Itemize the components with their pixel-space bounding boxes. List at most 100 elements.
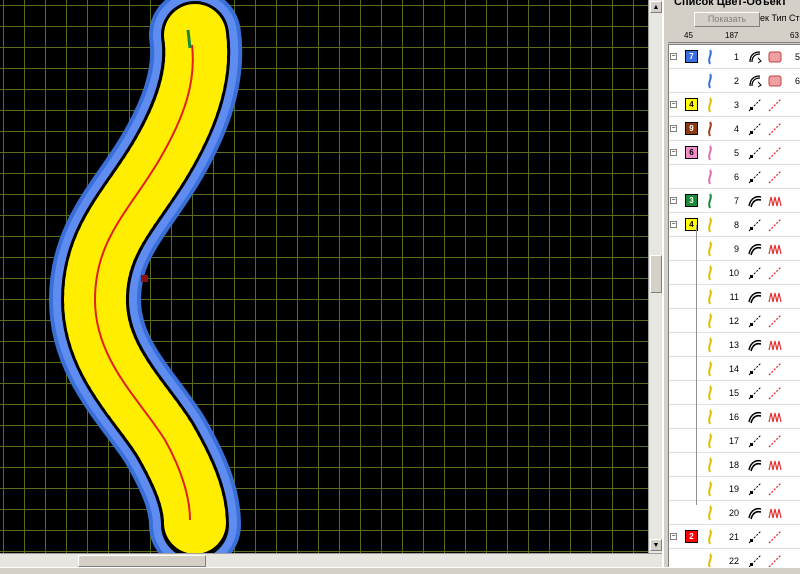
color-object-panel: Список Цвет-Объект Показать ек Тип Сте 4… (662, 0, 800, 567)
list-item[interactable]: 15 (669, 381, 800, 405)
list-item[interactable]: 19 (669, 477, 800, 501)
running-stitch-icon (747, 361, 763, 377)
satin-icon (747, 289, 763, 305)
color-swatch[interactable]: 6 (685, 146, 698, 159)
zigzag-stitch-icon (767, 289, 783, 305)
zigzag-stitch-icon (767, 337, 783, 353)
design-canvas[interactable] (0, 0, 648, 553)
object-number: 15 (728, 388, 739, 398)
object-number: 10 (728, 268, 739, 278)
horizontal-scrollbar[interactable] (0, 553, 662, 567)
fill-stitch-icon (767, 73, 783, 89)
list-item[interactable]: − 7 1 5 (669, 45, 800, 69)
column-headers: ек Тип Сте (760, 13, 800, 23)
object-number: 18 (728, 460, 739, 470)
color-swatch[interactable]: 4 (685, 98, 698, 111)
running-stitch-icon (747, 553, 763, 567)
list-item[interactable]: 11 (669, 285, 800, 309)
object-thumbnail-icon (701, 48, 719, 66)
satin-icon (747, 457, 763, 473)
list-item[interactable]: 9 (669, 237, 800, 261)
running-stitch-icon (747, 145, 763, 161)
running-stitch-icon (747, 265, 763, 281)
object-thumbnail-icon (701, 432, 719, 450)
scroll-down-icon[interactable]: ▼ (650, 539, 662, 551)
object-thumbnail-icon (701, 144, 719, 162)
list-item[interactable]: 20 (669, 501, 800, 525)
line-stitch-icon (767, 529, 783, 545)
object-number: 17 (728, 436, 739, 446)
list-item[interactable]: 16 (669, 405, 800, 429)
running-stitch-icon (747, 217, 763, 233)
object-number: 4 (733, 124, 739, 134)
list-item[interactable]: 22 (669, 549, 800, 567)
collapse-icon[interactable]: − (670, 533, 677, 540)
list-item[interactable]: 26 (669, 69, 800, 93)
line-stitch-icon (767, 145, 783, 161)
object-thumbnail-icon (701, 168, 719, 186)
list-item[interactable]: 12 (669, 309, 800, 333)
line-stitch-icon (767, 481, 783, 497)
list-item[interactable]: − 4 3 (669, 93, 800, 117)
collapse-icon[interactable]: − (670, 53, 677, 60)
running-stitch-icon (747, 529, 763, 545)
object-number: 3 (733, 100, 739, 110)
zigzag-stitch-icon (767, 505, 783, 521)
line-stitch-icon (767, 553, 783, 567)
color-swatch[interactable]: 2 (685, 530, 698, 543)
color-swatch[interactable]: 3 (685, 194, 698, 207)
object-thumbnail-icon (701, 456, 719, 474)
ruler-mark: 187 (725, 31, 739, 40)
object-thumbnail-icon (701, 384, 719, 402)
show-button[interactable]: Показать (694, 12, 760, 27)
object-number: 1 (733, 52, 739, 62)
list-item[interactable]: 14 (669, 357, 800, 381)
collapse-icon[interactable]: − (670, 101, 677, 108)
horizontal-scroll-thumb[interactable] (78, 555, 206, 567)
line-stitch-icon (767, 121, 783, 137)
vertical-scrollbar[interactable]: ▲ ▼ (648, 0, 662, 553)
object-number: 21 (728, 532, 739, 542)
needle-marker (141, 275, 148, 282)
collapse-icon[interactable]: − (670, 197, 677, 204)
collapse-icon[interactable]: − (670, 125, 677, 132)
running-stitch-icon (747, 481, 763, 497)
list-item[interactable]: − 2 21 (669, 525, 800, 549)
object-thumbnail-icon (701, 480, 719, 498)
zigzag-stitch-icon (767, 193, 783, 209)
object-number: 11 (729, 292, 739, 302)
scroll-up-icon[interactable]: ▲ (650, 1, 662, 13)
list-item[interactable]: 10 (669, 261, 800, 285)
list-item[interactable]: 17 (669, 429, 800, 453)
object-thumbnail-icon (701, 96, 719, 114)
object-number: 14 (728, 364, 739, 374)
list-item[interactable]: − 3 7 (669, 189, 800, 213)
color-object-list[interactable]: −7 1 5 2 6−4 3−9 4−6 5 6−3 7−4 8 9 10 11 12 13 14 15 16 17 1… (668, 44, 800, 567)
fill-stitch-icon (767, 49, 783, 65)
zigzag-stitch-icon (767, 409, 783, 425)
running-stitch-icon (747, 97, 763, 113)
list-item[interactable]: 13 (669, 333, 800, 357)
vertical-scroll-thumb[interactable] (650, 255, 662, 293)
line-stitch-icon (767, 313, 783, 329)
list-item[interactable]: −4 8 (669, 213, 800, 237)
list-item[interactable]: − 9 4 (669, 117, 800, 141)
object-number: 7 (733, 196, 739, 206)
line-stitch-icon (767, 217, 783, 233)
running-stitch-icon (747, 313, 763, 329)
collapse-icon[interactable]: − (670, 149, 677, 156)
list-item[interactable]: 6 (669, 165, 800, 189)
object-thumbnail-icon (701, 504, 719, 522)
color-swatch[interactable]: 7 (685, 50, 698, 63)
list-item[interactable]: 18 (669, 453, 800, 477)
status-bar (0, 567, 800, 574)
list-item[interactable]: − 6 5 (669, 141, 800, 165)
object-thumbnail-icon (701, 288, 719, 306)
color-swatch[interactable]: 9 (685, 122, 698, 135)
applique-icon (747, 49, 763, 65)
collapse-icon[interactable]: − (670, 221, 677, 228)
object-number: 13 (728, 340, 739, 350)
line-stitch-icon (767, 265, 783, 281)
object-thumbnail-icon (701, 360, 719, 378)
zigzag-stitch-icon (767, 241, 783, 257)
